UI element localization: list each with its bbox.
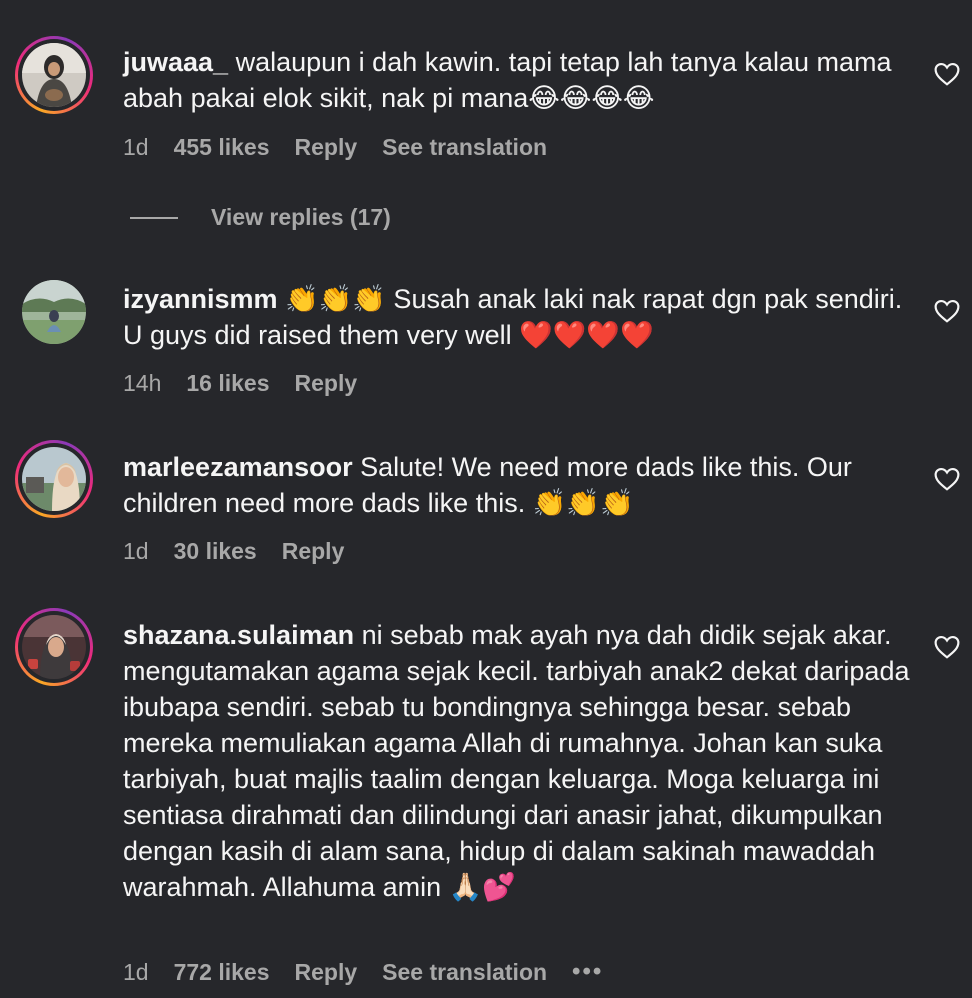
reply-button[interactable]: Reply: [295, 370, 358, 397]
username[interactable]: izyannismm: [123, 284, 278, 314]
likes-count[interactable]: 16 likes: [186, 370, 269, 397]
avatar-shazana-sulaiman[interactable]: [15, 608, 93, 686]
comment-meta: 1d 772 likes Reply See translation •••: [123, 958, 628, 986]
timestamp: 14h: [123, 370, 162, 396]
more-options-icon[interactable]: •••: [572, 958, 603, 986]
reply-button[interactable]: Reply: [282, 538, 345, 565]
username[interactable]: shazana.sulaiman: [123, 620, 354, 650]
comment-body: juwaaa_ walaupun i dah kawin. tapi tetap…: [123, 44, 913, 116]
comment-meta: 1d 30 likes Reply: [123, 538, 369, 565]
heart-outline-icon[interactable]: [934, 635, 960, 659]
username[interactable]: juwaaa_: [123, 47, 228, 77]
heart-outline-icon[interactable]: [934, 299, 960, 323]
comment-text: walaupun i dah kawin. tapi tetap lah tan…: [123, 47, 892, 113]
likes-count[interactable]: 30 likes: [174, 538, 257, 565]
see-translation-button[interactable]: See translation: [382, 134, 547, 161]
reply-button[interactable]: Reply: [295, 959, 358, 986]
view-replies-button[interactable]: View replies (17): [130, 204, 391, 231]
comment-body: marleezamansoor Salute! We need more dad…: [123, 449, 913, 521]
comment-body: shazana.sulaiman ni sebab mak ayah nya d…: [123, 617, 913, 905]
reply-button[interactable]: Reply: [295, 134, 358, 161]
likes-count[interactable]: 772 likes: [174, 959, 270, 986]
replies-divider: [130, 216, 178, 219]
avatar-izyannismm[interactable]: [22, 280, 86, 344]
likes-count[interactable]: 455 likes: [174, 134, 270, 161]
see-translation-button[interactable]: See translation: [382, 959, 547, 986]
comment-meta: 1d 455 likes Reply See translation: [123, 134, 572, 161]
comment-meta: 14h 16 likes Reply: [123, 370, 382, 397]
comment-body: izyannismm 👏👏👏 Susah anak laki nak rapat…: [123, 281, 913, 353]
avatar-marleezamansoor[interactable]: [15, 440, 93, 518]
comment-text: ni sebab mak ayah nya dah didik sejak ak…: [123, 620, 910, 902]
username[interactable]: marleezamansoor: [123, 452, 353, 482]
timestamp: 1d: [123, 538, 149, 564]
heart-outline-icon[interactable]: [934, 467, 960, 491]
heart-outline-icon[interactable]: [934, 62, 960, 86]
avatar-juwaaa[interactable]: [15, 36, 93, 114]
view-replies-label[interactable]: View replies (17): [211, 204, 391, 231]
timestamp: 1d: [123, 958, 149, 985]
timestamp: 1d: [123, 134, 149, 160]
